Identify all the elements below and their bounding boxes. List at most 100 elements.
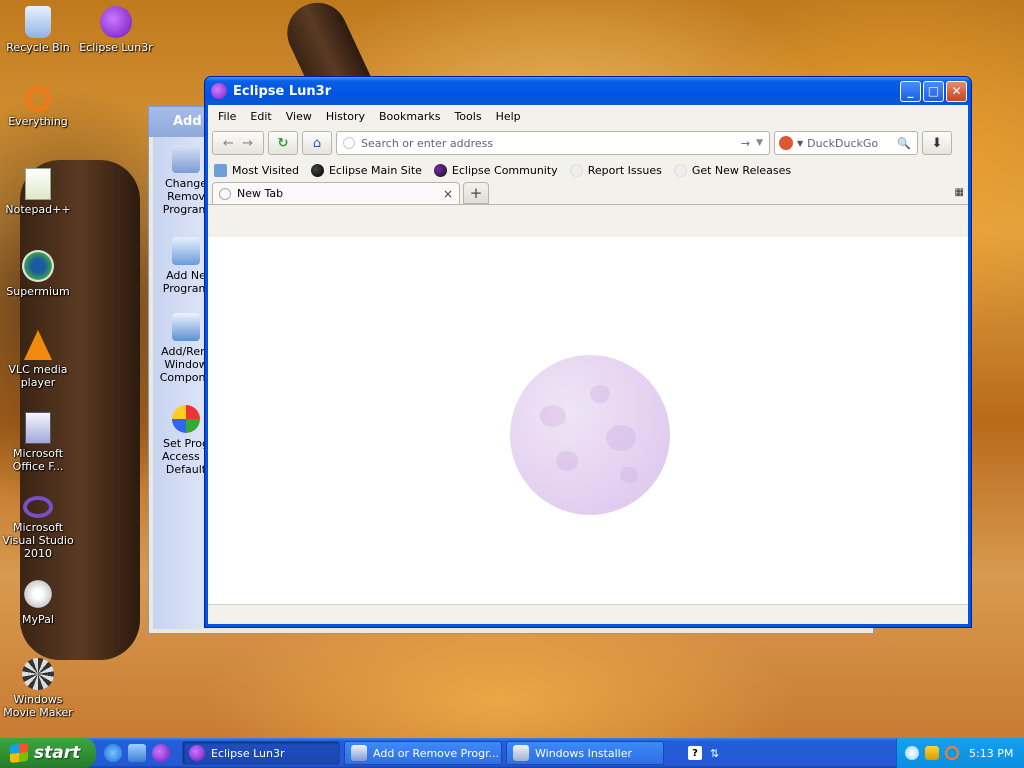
desktop-icon-office[interactable]: Microsoft Office F... [0, 412, 78, 473]
desktop-icon-notepad-plus-plus[interactable]: Notepad++ [0, 168, 78, 216]
taskbar-item-windows-installer[interactable]: Windows Installer [506, 741, 664, 765]
browser-client: File Edit View History Bookmarks Tools H… [208, 105, 968, 624]
task-label: Add or Remove Progr... [373, 746, 500, 760]
forward-arrow-icon[interactable]: → [242, 136, 253, 151]
menu-history[interactable]: History [320, 108, 371, 125]
tab-strip: New Tab × + ▦ [208, 181, 968, 205]
desktop-icon-supermium[interactable]: Supermium [0, 250, 78, 298]
bookmark-most-visited[interactable]: Most Visited [214, 163, 299, 177]
taskbar-item-add-remove-programs[interactable]: Add or Remove Progr... [344, 741, 502, 765]
eclipse-icon [310, 163, 324, 177]
desktop-icon-recycle-bin[interactable]: Recycle Bin [0, 6, 78, 54]
desktop-icon-label: Microsoft Office F... [12, 447, 64, 473]
recycle-bin-icon [25, 6, 51, 38]
menu-bookmarks[interactable]: Bookmarks [373, 108, 446, 125]
desktop-icon-vlc[interactable]: VLC media player [0, 330, 78, 389]
taskbar: start Eclipse Lun3r Add or Remove Progr.… [0, 738, 1024, 768]
most-visited-icon [214, 163, 227, 177]
desktop-icon-eclipse-lun3r[interactable]: Eclipse Lun3r [76, 6, 156, 54]
mypal-icon [22, 578, 54, 610]
home-button[interactable]: ⌂ [302, 131, 332, 155]
search-icon[interactable]: 🔍 [897, 137, 911, 150]
page-content[interactable] [208, 237, 968, 604]
browser-titlebar[interactable]: Eclipse Lun3r _ □ ✕ [205, 77, 971, 105]
show-desktop-icon[interactable] [128, 744, 146, 762]
desktop-icon-everything[interactable]: Everything [0, 86, 78, 128]
eclipse-icon [433, 163, 447, 177]
address-input[interactable] [361, 136, 735, 150]
bookmark-get-new-releases[interactable]: Get New Releases [673, 163, 791, 177]
duckduckgo-icon[interactable] [779, 136, 793, 150]
menu-edit[interactable]: Edit [244, 108, 277, 125]
go-arrow-icon[interactable]: → [741, 137, 750, 150]
eclipse-lun3r-icon [189, 745, 205, 761]
status-bar [208, 604, 968, 624]
bookmark-eclipse-community[interactable]: Eclipse Community [433, 163, 558, 177]
help-icon[interactable]: ? [688, 746, 702, 760]
search-input[interactable] [807, 136, 894, 150]
start-button[interactable]: start [0, 738, 96, 768]
programs-icon [172, 145, 200, 173]
eclipse-lun3r-icon [211, 83, 227, 99]
desktop-icon-label: Recycle Bin [6, 41, 70, 54]
home-icon: ⌂ [312, 135, 322, 151]
network-icon[interactable] [905, 746, 919, 760]
search-engine-dropdown-icon[interactable]: ▼ [797, 139, 803, 148]
back-arrow-icon[interactable]: ← [223, 136, 234, 151]
address-bar[interactable]: → ▼ [336, 131, 770, 155]
bookmark-report-issues[interactable]: Report Issues [569, 163, 662, 177]
globe-icon [219, 187, 231, 200]
moon-logo [510, 355, 670, 515]
internet-explorer-icon[interactable] [104, 744, 122, 762]
desktop-icon-label: Supermium [6, 285, 70, 298]
new-tab-button[interactable]: + [463, 182, 489, 204]
movie-maker-icon [22, 658, 54, 690]
maximize-button[interactable]: □ [923, 80, 944, 102]
dropdown-arrow-icon[interactable]: ▼ [756, 138, 763, 148]
windows-components-icon [172, 313, 200, 341]
security-shield-icon[interactable] [925, 746, 939, 760]
minimize-button[interactable]: _ [900, 80, 921, 102]
desktop-icon-movie-maker[interactable]: Windows Movie Maker [0, 658, 78, 719]
menu-help[interactable]: Help [490, 108, 527, 125]
desktop-icon-mypal[interactable]: MyPal [0, 578, 78, 626]
tab-grid-icon[interactable]: ▦ [955, 187, 964, 198]
notepad-plus-plus-icon [25, 168, 51, 200]
taskbar-item-eclipse-lun3r[interactable]: Eclipse Lun3r [182, 741, 340, 765]
language-icon[interactable]: ⇅ [710, 747, 719, 760]
reload-button[interactable]: ↻ [268, 131, 298, 155]
search-icon[interactable] [945, 746, 959, 760]
search-bar[interactable]: ▼ 🔍 [774, 131, 918, 155]
downloads-button[interactable]: ⬇ [922, 131, 952, 155]
bookmark-label: Eclipse Main Site [328, 163, 422, 177]
visual-studio-icon [23, 496, 53, 518]
windows-flag-icon [10, 743, 28, 763]
menu-tools[interactable]: Tools [448, 108, 487, 125]
download-arrow-icon: ⬇ [931, 135, 943, 151]
menu-file[interactable]: File [212, 108, 242, 125]
tab-new-tab[interactable]: New Tab × [212, 182, 460, 204]
desktop-icon-visual-studio[interactable]: Microsoft Visual Studio 2010 [0, 496, 78, 560]
globe-icon [343, 137, 355, 149]
clock[interactable]: 5:13 PM [969, 747, 1013, 760]
bookmark-eclipse-main-site[interactable]: Eclipse Main Site [310, 163, 422, 177]
quick-launch [96, 744, 178, 762]
eclipse-lun3r-icon[interactable] [152, 744, 170, 762]
menu-view[interactable]: View [280, 108, 318, 125]
desktop-icon-label: Windows Movie Maker [3, 693, 73, 719]
desktop-icon-label: Eclipse Lun3r [79, 41, 153, 54]
eclipse-lun3r-icon [100, 6, 132, 38]
supermium-icon [22, 250, 54, 282]
browser-window[interactable]: Eclipse Lun3r _ □ ✕ File Edit View Histo… [204, 76, 972, 628]
back-forward-buttons[interactable]: ← → [212, 131, 264, 155]
task-label: Eclipse Lun3r [211, 746, 285, 760]
everything-icon [25, 86, 51, 112]
add-programs-icon [172, 237, 200, 265]
desktop-icon-label: Everything [8, 115, 68, 128]
desktop-icon-label: Notepad++ [5, 203, 71, 216]
tab-close-button[interactable]: × [443, 187, 453, 201]
desktop-icon-label: MyPal [22, 613, 54, 626]
close-button[interactable]: ✕ [946, 80, 967, 102]
task-label: Windows Installer [535, 746, 633, 760]
browser-title: Eclipse Lun3r [233, 83, 332, 99]
